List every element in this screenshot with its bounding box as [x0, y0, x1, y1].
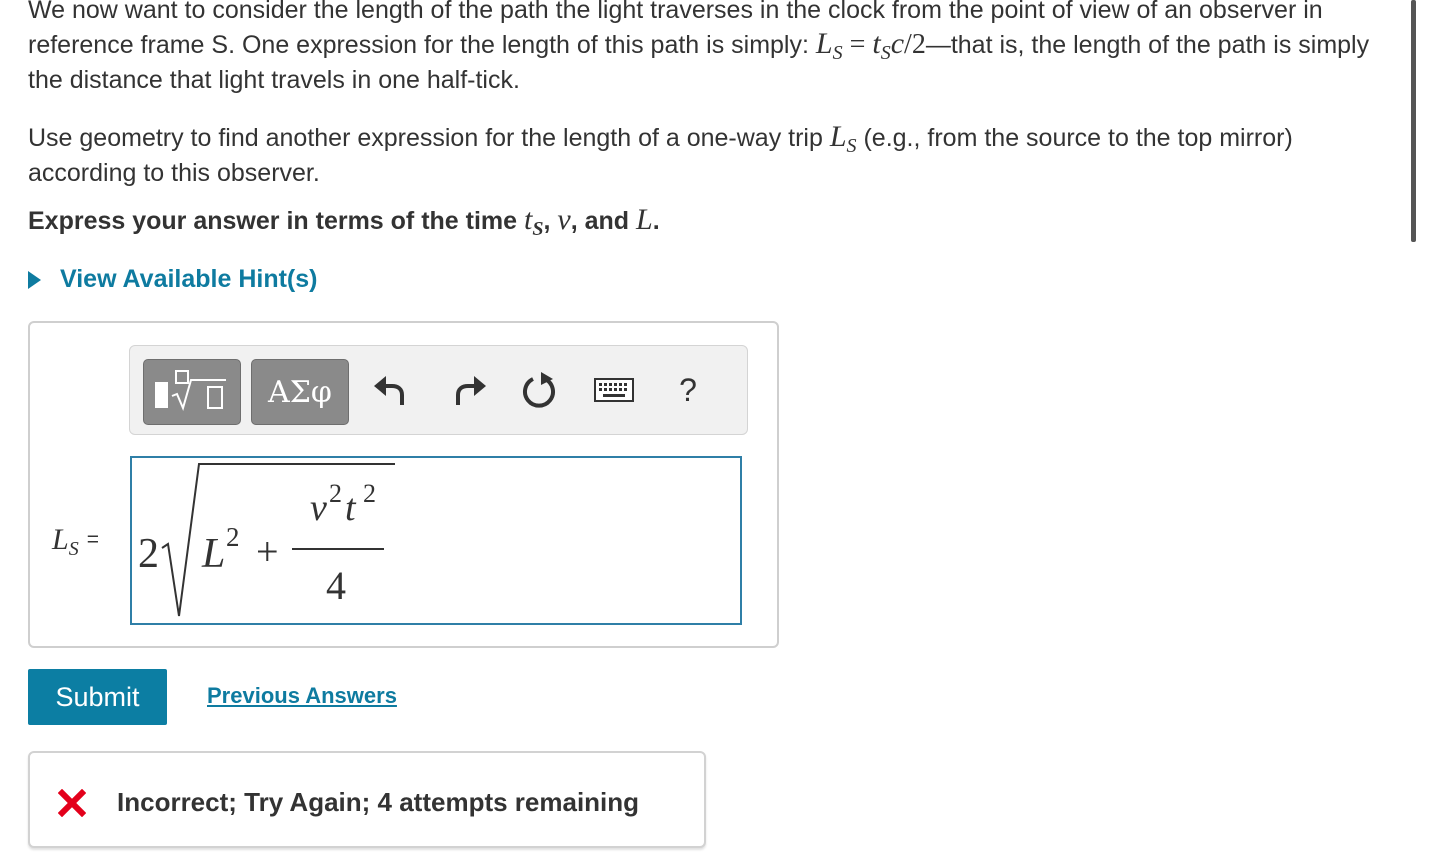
previous-answers-link[interactable]: Previous Answers — [207, 683, 397, 709]
feedback-message: Incorrect; Try Again; 4 attempts remaini… — [117, 787, 640, 817]
view-hints-label: View Available Hint(s) — [60, 265, 318, 293]
math-subscript: S — [68, 538, 79, 560]
math-var-L: L — [636, 203, 653, 236]
redo-button[interactable] — [448, 368, 492, 412]
reset-icon — [523, 372, 555, 408]
math-denominator: 4 — [326, 563, 346, 608]
undo-icon — [374, 376, 404, 405]
page-scrollbar[interactable] — [1411, 0, 1416, 242]
math-divide-by-two: /2 — [904, 29, 926, 60]
submit-button[interactable]: Submit — [28, 669, 167, 725]
redo-icon — [456, 376, 486, 405]
caret-right-icon — [28, 270, 41, 289]
math-exponent: 2 — [226, 522, 240, 552]
symbols-button[interactable]: ΑΣφ — [251, 359, 349, 425]
math-var-L: L — [815, 27, 833, 60]
answer-panel: ΑΣφ ? L S = 2 L 2 + v 2 t 2 4 — [28, 321, 779, 648]
math-toolbar: ΑΣφ ? — [129, 345, 748, 435]
keyboard-icon — [594, 378, 634, 402]
math-var-v: v — [310, 487, 327, 529]
answer-input-field[interactable]: 2 L 2 + v 2 t 2 4 — [130, 456, 742, 625]
math-var-v: v — [557, 203, 571, 236]
instruction-text: , — [543, 207, 558, 235]
view-hints-toggle[interactable]: View Available Hint(s) — [28, 265, 317, 294]
feedback-box: Incorrect; Try Again; 4 attempts remaini… — [28, 751, 706, 848]
keyboard-button[interactable] — [592, 368, 636, 412]
math-subscript: S — [846, 135, 857, 157]
answer-variable-label: L S = — [52, 523, 99, 560]
instruction-text: . — [652, 207, 660, 235]
reset-button[interactable] — [518, 368, 562, 412]
help-button[interactable]: ? — [666, 368, 710, 412]
incorrect-x-icon — [58, 789, 86, 817]
instruction-text: , and — [570, 207, 636, 235]
math-equals: = — [86, 528, 99, 551]
math-var-t: t — [345, 487, 357, 529]
math-var-L: L — [52, 523, 69, 556]
math-var-t: t — [872, 27, 881, 60]
answer-instructions: Express your answer in terms of the time… — [28, 203, 660, 240]
problem-text: Use geometry to find another expression … — [28, 124, 830, 152]
problem-paragraph-1: We now want to consider the length of th… — [28, 0, 1388, 97]
math-subscript: S — [880, 42, 891, 64]
math-var-L: L — [201, 531, 225, 577]
templates-button[interactable] — [143, 359, 241, 425]
answer-expression: 2 L 2 + v 2 t 2 4 — [138, 463, 395, 617]
math-equals: = — [842, 29, 873, 60]
undo-button[interactable] — [368, 368, 412, 412]
math-subscript: S — [832, 42, 843, 64]
math-exponent: 2 — [329, 479, 342, 508]
problem-paragraph-2: Use geometry to find another expression … — [28, 120, 1388, 190]
math-exponent: 2 — [363, 479, 376, 508]
instruction-text: Express your answer in terms of the time — [28, 207, 524, 235]
math-var-L: L — [829, 120, 847, 153]
math-subscript: S — [532, 218, 544, 240]
math-coefficient: 2 — [138, 531, 159, 577]
templates-icon — [155, 370, 226, 411]
math-var-c: c — [890, 27, 905, 60]
math-plus: + — [256, 529, 279, 574]
